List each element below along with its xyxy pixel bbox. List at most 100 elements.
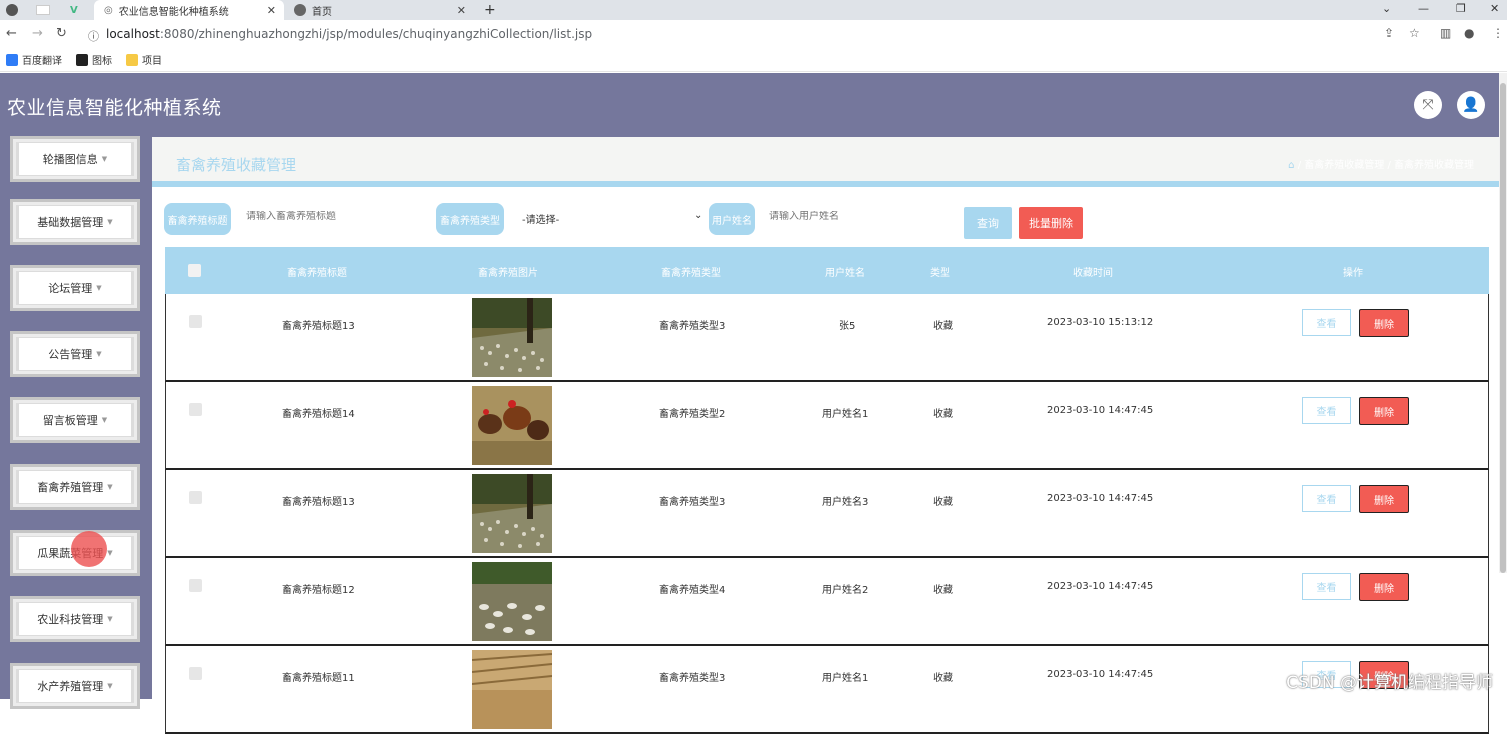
tab-home[interactable]: 首页 ✕ [284,0,474,20]
caret-down-icon: ▼ [107,549,112,557]
window-close-icon[interactable]: ✕ [1490,2,1499,15]
cell-user: 用户姓名1 [822,669,868,684]
chevron-down-icon[interactable]: ⌄ [1382,2,1391,15]
batch-delete-button[interactable]: 批量删除 [1019,207,1083,239]
sidepanel-icon[interactable]: ▥ [1440,26,1451,40]
table-row: 畜禽养殖标题13 畜禽养殖类型3 用户姓名3 收藏 2023-03-10 14:… [165,470,1489,558]
thumbnail-chickens[interactable] [472,386,552,465]
column-header: 畜禽养殖标题 [287,264,347,279]
cell-type: 畜禽养殖类型2 [659,405,725,420]
sidebar-item-label: 留言板管理 [43,412,98,428]
sidebar-item-livestock[interactable]: 畜禽养殖管理▼ [10,464,140,510]
scrollbar-thumb[interactable] [1500,83,1506,573]
sidebar-item-base-data[interactable]: 基础数据管理▼ [10,199,140,245]
cell-type: 畜禽养殖类型3 [659,669,725,684]
row-checkbox[interactable] [189,667,202,680]
pinned-tab[interactable] [36,0,50,20]
tab-active[interactable]: ◎ 农业信息智能化种植系统 ✕ [94,0,284,20]
vue-tab-icon[interactable]: V [70,0,78,20]
select-all-checkbox[interactable] [188,264,201,277]
app-title: 农业信息智能化种植系统 [7,93,222,120]
sidebar-item-label: 轮播图信息 [43,151,98,167]
view-button[interactable]: 查看 [1302,397,1351,424]
sidebar-item-message-board[interactable]: 留言板管理 ▼ [10,397,140,443]
cell-time: 2023-03-10 14:47:45 [1047,405,1153,416]
caret-down-icon: ▼ [102,155,107,163]
type-search-label: 畜禽养殖类型 [436,203,504,235]
fullscreen-icon[interactable]: ⤧ [1414,91,1442,119]
row-checkbox[interactable] [189,491,202,504]
user-avatar-icon[interactable]: 👤 [1457,91,1485,119]
view-button[interactable]: 查看 [1302,309,1351,336]
thumbnail-poultry-house[interactable] [472,650,552,729]
bookmark-item[interactable]: 图标 [76,52,112,67]
query-button[interactable]: 查询 [964,207,1012,239]
url-path: :8080/zhinenghuazhongzhi/jsp/modules/chu… [160,27,592,41]
sidebar-item-forum[interactable]: 论坛管理▼ [10,265,140,311]
sidebar-item-agri-tech[interactable]: 农业科技管理▼ [10,596,140,642]
title-search-input[interactable] [246,211,416,222]
page-scrollbar[interactable] [1499,73,1507,573]
bookmark-label: 图标 [92,52,112,67]
close-icon[interactable]: ✕ [267,4,276,17]
row-checkbox[interactable] [189,315,202,328]
url-field[interactable]: localhost:8080/zhinenghuazhongzhi/jsp/mo… [106,27,592,41]
star-icon[interactable]: ☆ [1409,26,1420,40]
chrome-icon[interactable] [6,0,18,20]
cell-user: 用户姓名2 [822,581,868,596]
column-header: 畜禽养殖图片 [478,264,538,279]
caret-down-icon: ▼ [102,416,107,424]
cell-title: 畜禽养殖标题13 [282,493,355,508]
back-icon[interactable]: ← [6,26,17,41]
cell-kind: 收藏 [933,317,953,332]
app-header: 农业信息智能化种植系统 ⤧ 👤 [0,73,1507,137]
browser-tab-strip: V ◎ 农业信息智能化种植系统 ✕ 首页 ✕ + ⌄ — ❐ ✕ [0,0,1507,20]
sidebar-item-label: 公告管理 [48,346,92,362]
sidebar-item-aquaculture[interactable]: 水产养殖管理▼ [10,663,140,709]
sidebar-item-label: 论坛管理 [48,280,92,296]
delete-button[interactable]: 删除 [1359,397,1409,425]
view-button[interactable]: 查看 [1302,573,1351,600]
info-icon[interactable]: ⓘ [88,28,99,44]
profile-icon[interactable]: ● [1464,26,1474,40]
column-header: 类型 [930,264,950,279]
bookmark-label: 项目 [142,52,162,67]
row-checkbox[interactable] [189,579,202,592]
cell-kind: 收藏 [933,493,953,508]
home-icon[interactable]: ⌂ [1288,160,1294,171]
thumbnail-ducks-field[interactable] [472,298,552,377]
reload-icon[interactable]: ↻ [56,26,67,41]
forward-icon[interactable]: → [32,26,43,41]
cell-type: 畜禽养殖类型3 [659,493,725,508]
close-icon[interactable]: ✕ [457,4,466,17]
breadcrumb-item[interactable]: 畜禽养殖收藏管理 [1304,160,1384,171]
delete-button[interactable]: 删除 [1359,485,1409,513]
menu-icon[interactable]: ⋮ [1492,26,1504,40]
sidebar-item-notice[interactable]: 公告管理 ▼ [10,331,140,377]
caret-down-icon: ▼ [107,615,112,623]
sidebar-item-carousel[interactable]: 轮播图信息 ▼ [10,136,140,182]
search-form: 畜禽养殖标题 畜禽养殖类型 -请选择- ⌄ 用户姓名 查询 批量删除 [152,197,1502,237]
bookmark-item[interactable]: 项目 [126,52,162,67]
thumbnail-ducks-field[interactable] [472,474,552,553]
row-checkbox[interactable] [189,403,202,416]
tab-label: 首页 [312,3,332,18]
view-button[interactable]: 查看 [1302,485,1351,512]
delete-button[interactable]: 删除 [1359,573,1409,601]
delete-button[interactable]: 删除 [1359,309,1409,337]
share-icon[interactable]: ⇪ [1384,26,1394,40]
column-header: 收藏时间 [1073,264,1113,279]
type-select[interactable]: -请选择- ⌄ [522,211,702,226]
user-search-input[interactable] [769,211,939,222]
cell-kind: 收藏 [933,405,953,420]
restore-icon[interactable]: ❐ [1456,2,1466,15]
new-tab-button[interactable]: + [484,0,496,20]
table-header: 畜禽养殖标题 畜禽养殖图片 畜禽养殖类型 用户姓名 类型 收藏时间 操作 [165,247,1489,294]
main-content: 畜禽养殖收藏管理 ⌂ / 畜禽养殖收藏管理 / 畜禽养殖收藏管理 畜禽养殖标题 … [152,137,1507,699]
column-header: 用户姓名 [825,264,865,279]
column-header: 操作 [1343,264,1363,279]
caret-down-icon: ▼ [96,350,101,358]
minimize-icon[interactable]: — [1418,2,1429,15]
bookmark-item[interactable]: 百度翻译 [6,52,62,67]
thumbnail-geese-farm[interactable] [472,562,552,641]
